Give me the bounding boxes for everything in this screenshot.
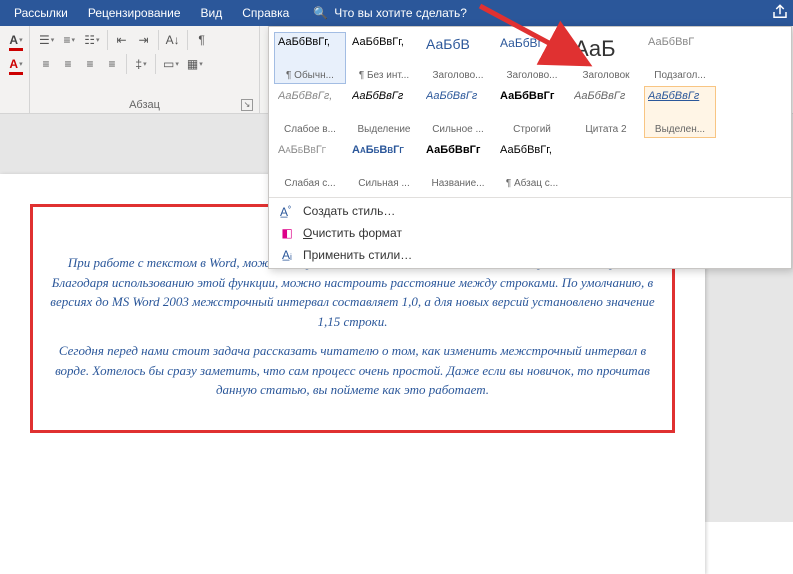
style-name-label: Цитата 2 xyxy=(574,124,638,135)
style-cell[interactable]: АаБбВ Заголово... xyxy=(422,32,494,84)
style-sample: АаБбВвГг, xyxy=(500,144,564,172)
style-name-label: Выделен... xyxy=(648,124,712,135)
tab-review[interactable]: Рецензирование xyxy=(78,0,191,26)
style-sample: АаБбВвГг, xyxy=(278,36,342,64)
style-name-label: Сильная ... xyxy=(352,178,416,189)
style-name-label: Название... xyxy=(426,178,490,189)
style-cell[interactable]: АаБбВвГг, Слабое в... xyxy=(274,86,346,138)
align-center-button[interactable]: ≡ xyxy=(58,54,78,74)
style-cell[interactable]: АаБбВвГг Сильная ... xyxy=(348,140,420,192)
tab-help[interactable]: Справка xyxy=(232,0,299,26)
style-cell[interactable]: АаБбВвГг, ¶ Без инт... xyxy=(348,32,420,84)
style-sample: АаБбВ xyxy=(426,36,490,64)
style-sample: АаБбВвГг xyxy=(426,90,490,118)
style-sample: АаБбВвГг, xyxy=(352,36,416,64)
ribbon-tabs-bar: Рассылки Рецензирование Вид Справка 🔍 Чт… xyxy=(0,0,793,26)
highlight-dropdown[interactable]: A▾ xyxy=(6,54,26,74)
style-name-label: ¶ Обычн... xyxy=(278,70,342,81)
sort-button[interactable]: A↓ xyxy=(163,30,183,50)
menu-apply-styles-label: Применить стили… xyxy=(303,248,412,262)
borders-button[interactable]: ▦▾ xyxy=(184,54,206,74)
tellme-search[interactable]: 🔍 Что вы хотите сделать? xyxy=(299,0,477,26)
style-name-label: Заголово... xyxy=(500,70,564,81)
style-sample: АаБбВг xyxy=(500,36,564,64)
style-cell[interactable]: АаБ Заголовок xyxy=(570,32,642,84)
search-icon: 🔍 xyxy=(313,6,328,20)
style-name-label: Слабое в... xyxy=(278,124,342,135)
style-name-label: Подзагол... xyxy=(648,70,712,81)
tab-mailings[interactable]: Рассылки xyxy=(4,0,78,26)
style-name-label: Слабая с... xyxy=(278,178,342,189)
tellme-label: Что вы хотите сделать? xyxy=(334,6,467,20)
create-style-icon: A̲ﾟ xyxy=(279,203,295,219)
styles-grid: АаБбВвГг, ¶ Обычн... АаБбВвГг, ¶ Без инт...… xyxy=(269,27,791,197)
align-justify-button[interactable]: ≡ xyxy=(102,54,122,74)
style-sample: АаБбВвГг xyxy=(426,144,490,172)
indent-increase-button[interactable]: ⇥ xyxy=(134,30,154,50)
style-sample: АаБбВвГ xyxy=(648,36,712,64)
style-sample: АаБбВвГг, xyxy=(278,90,342,118)
style-cell[interactable]: АаБбВг Заголово... xyxy=(496,32,568,84)
styles-gallery-panel: АаБбВвГг, ¶ Обычн... АаБбВвГг, ¶ Без инт...… xyxy=(268,26,792,269)
style-cell[interactable]: АаБбВвГг Строгий xyxy=(496,86,568,138)
menu-create-style-label: Создать стиль… xyxy=(303,204,395,218)
menu-clear-format-label: Очистить формат xyxy=(303,226,402,240)
doc-paragraph-2: Сегодня перед нами стоит задача рассказа… xyxy=(49,341,656,400)
style-name-label: ¶ Абзац с... xyxy=(500,178,564,189)
style-cell[interactable]: АаБбВвГг Цитата 2 xyxy=(570,86,642,138)
menu-create-style[interactable]: A̲ﾟ Создать стиль… xyxy=(269,200,791,222)
style-name-label: Заголовок xyxy=(574,70,638,81)
style-cell[interactable]: АаБбВвГг Сильное ... xyxy=(422,86,494,138)
menu-apply-styles[interactable]: A̲ᵢ Применить стили… xyxy=(269,244,791,266)
style-name-label: Выделение xyxy=(352,124,416,135)
style-sample: АаБбВвГг xyxy=(352,144,416,172)
style-sample: АаБбВвГг xyxy=(500,90,564,118)
font-color-dropdown[interactable]: A▾ xyxy=(6,30,26,50)
indent-decrease-button[interactable]: ⇤ xyxy=(112,30,132,50)
align-left-button[interactable]: ≡ xyxy=(36,54,56,74)
style-cell[interactable]: АаБбВвГг Выделен... xyxy=(644,86,716,138)
align-right-button[interactable]: ≡ xyxy=(80,54,100,74)
style-name-label: ¶ Без инт... xyxy=(352,70,416,81)
style-cell[interactable]: АаБбВвГг Название... xyxy=(422,140,494,192)
style-cell[interactable]: АаБбВвГг, ¶ Абзац с... xyxy=(496,140,568,192)
style-cell[interactable]: АаБбВвГг Слабая с... xyxy=(274,140,346,192)
style-sample: АаБбВвГг xyxy=(574,90,638,118)
menu-clear-format[interactable]: ◧ Очистить формат xyxy=(269,222,791,244)
apply-styles-icon: A̲ᵢ xyxy=(279,247,295,263)
line-spacing-button[interactable]: ‡▾ xyxy=(131,54,151,74)
styles-panel-footer: A̲ﾟ Создать стиль… ◧ Очистить формат A̲ᵢ… xyxy=(269,197,791,268)
style-sample: АаБбВвГг xyxy=(278,144,342,172)
shading-button[interactable]: ▭▾ xyxy=(160,54,182,74)
bullets-button[interactable]: ☰▾ xyxy=(36,30,57,50)
style-sample: АаБ xyxy=(574,36,638,64)
multilevel-button[interactable]: ☷▾ xyxy=(81,30,102,50)
style-cell[interactable]: АаБбВвГг, ¶ Обычн... xyxy=(274,32,346,84)
style-sample: АаБбВвГг xyxy=(352,90,416,118)
style-cell[interactable]: АаБбВвГг Выделение xyxy=(348,86,420,138)
paragraph-group-label: Абзац ↘ xyxy=(36,98,253,113)
style-sample: АаБбВвГг xyxy=(648,90,712,118)
eraser-icon: ◧ xyxy=(279,225,295,241)
style-name-label: Заголово... xyxy=(426,70,490,81)
style-name-label: Строгий xyxy=(500,124,564,135)
numbering-button[interactable]: ≡▾ xyxy=(59,30,79,50)
share-icon[interactable] xyxy=(771,3,789,24)
show-marks-button[interactable]: ¶ xyxy=(192,30,212,50)
style-name-label: Сильное ... xyxy=(426,124,490,135)
paragraph-launcher-icon[interactable]: ↘ xyxy=(241,99,253,111)
tab-view[interactable]: Вид xyxy=(191,0,233,26)
style-cell[interactable]: АаБбВвГ Подзагол... xyxy=(644,32,716,84)
